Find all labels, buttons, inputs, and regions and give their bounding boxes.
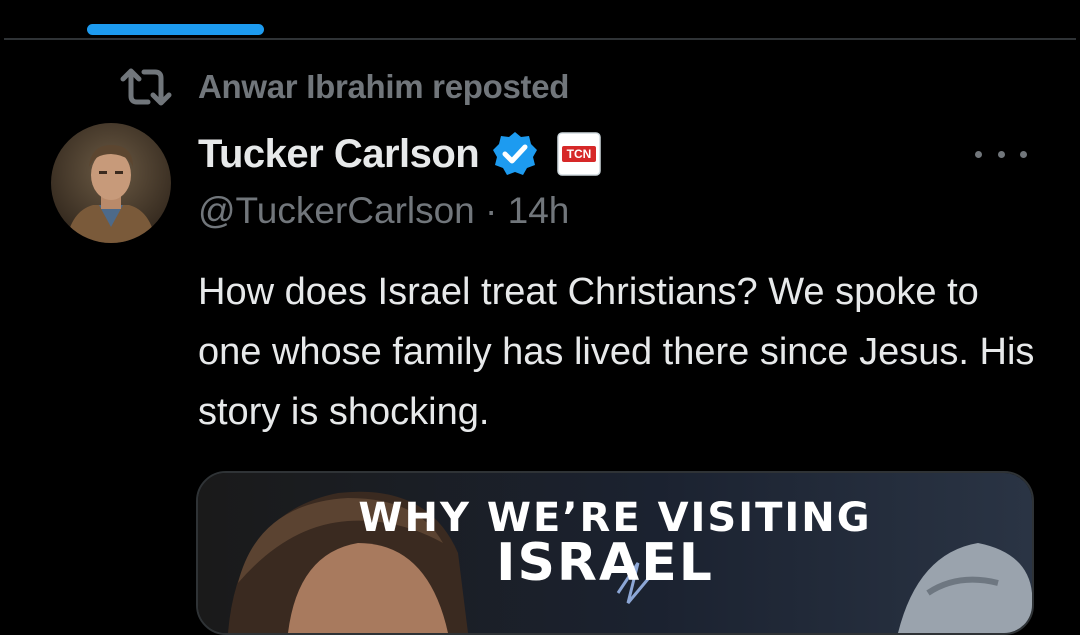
more-horizontal-icon bbox=[975, 150, 982, 158]
verified-badge-icon[interactable] bbox=[491, 130, 539, 178]
header-divider bbox=[4, 38, 1076, 40]
repost-icon bbox=[120, 68, 172, 106]
media-headline-line2: ISRAEL bbox=[496, 533, 714, 593]
tweet-text: How does Israel treat Christians? We spo… bbox=[198, 271, 1035, 433]
media-thumbnail[interactable]: WHY WE’RE VISITING ISRAEL bbox=[196, 471, 1034, 635]
author-display-name[interactable]: Tucker Carlson bbox=[198, 132, 480, 177]
author-handle[interactable]: @TuckerCarlson bbox=[198, 190, 475, 231]
author-meta: @TuckerCarlson · 14h bbox=[198, 190, 569, 232]
affiliate-badge-text: TCN bbox=[567, 147, 592, 161]
repost-label: Anwar Ibrahim reposted bbox=[198, 68, 570, 105]
active-tab-indicator bbox=[87, 24, 264, 35]
affiliate-badge[interactable]: TCN bbox=[557, 132, 601, 176]
avatar[interactable] bbox=[51, 123, 171, 243]
post-timestamp[interactable]: 14h bbox=[508, 190, 570, 231]
more-options-button[interactable] bbox=[975, 136, 1027, 172]
meta-separator: · bbox=[485, 190, 508, 231]
repost-context[interactable]: Anwar Ibrahim reposted bbox=[120, 64, 569, 110]
author-row: Tucker Carlson TCN bbox=[198, 126, 601, 182]
